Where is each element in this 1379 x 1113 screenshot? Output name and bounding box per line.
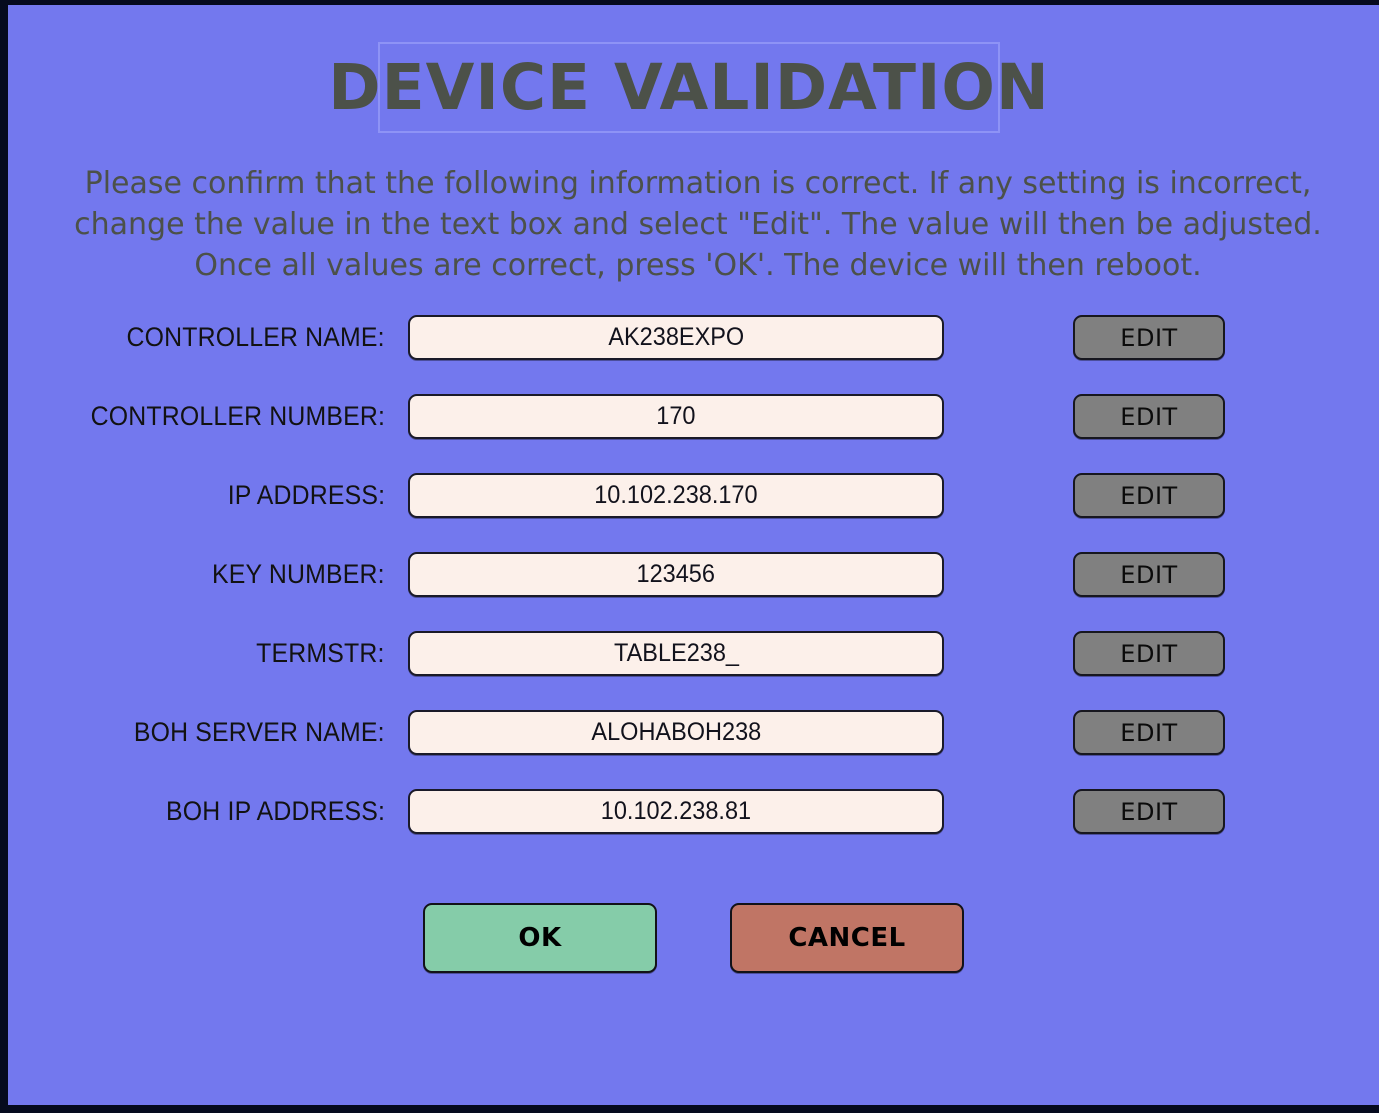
field-value-ip-address: 10.102.238.170	[594, 481, 758, 509]
field-input-boh-server-name[interactable]: ALOHABOH238	[408, 710, 944, 755]
page-title: DEVICE VALIDATION	[328, 51, 1050, 124]
field-label-boh-server-name: BOH SERVER NAME:	[134, 717, 385, 747]
field-input-boh-ip-address[interactable]: 10.102.238.81	[408, 789, 944, 834]
form-row-boh-ip-address: BOH IP ADDRESS: 10.102.238.81 EDIT	[8, 789, 1379, 868]
field-value-controller-number: 170	[656, 402, 696, 430]
form-row-boh-server-name: BOH SERVER NAME: ALOHABOH238 EDIT	[8, 710, 1379, 789]
field-input-termstr[interactable]: TABLE238_	[408, 631, 944, 676]
form-row-termstr: TERMSTR: TABLE238_ EDIT	[8, 631, 1379, 710]
field-input-controller-number[interactable]: 170	[408, 394, 944, 439]
field-value-termstr: TABLE238_	[613, 639, 739, 667]
field-label-termstr: TERMSTR:	[256, 638, 385, 668]
instructions-text: Please confirm that the following inform…	[74, 166, 1322, 283]
validation-form: CONTROLLER NAME: AK238EXPO EDIT CONTROLL…	[8, 315, 1379, 868]
field-label-ip-address: IP ADDRESS:	[227, 480, 385, 510]
field-input-key-number[interactable]: 123456	[408, 552, 944, 597]
edit-button-controller-number[interactable]: EDIT	[1073, 394, 1225, 439]
edit-button-termstr[interactable]: EDIT	[1073, 631, 1225, 676]
field-value-boh-ip-address: 10.102.238.81	[600, 797, 752, 825]
form-row-controller-name: CONTROLLER NAME: AK238EXPO EDIT	[8, 315, 1379, 394]
ok-button[interactable]: OK	[423, 903, 657, 973]
field-input-controller-name[interactable]: AK238EXPO	[408, 315, 944, 360]
form-row-key-number: KEY NUMBER: 123456 EDIT	[8, 552, 1379, 631]
field-input-ip-address[interactable]: 10.102.238.170	[408, 473, 944, 518]
field-label-key-number: KEY NUMBER:	[212, 559, 385, 589]
field-label-boh-ip-address: BOH IP ADDRESS:	[165, 796, 385, 826]
page-title-box: DEVICE VALIDATION	[328, 42, 1049, 133]
field-value-key-number: 123456	[636, 560, 716, 588]
form-row-controller-number: CONTROLLER NUMBER: 170 EDIT	[8, 394, 1379, 473]
field-value-controller-name: AK238EXPO	[608, 323, 744, 351]
form-row-ip-address: IP ADDRESS: 10.102.238.170 EDIT	[8, 473, 1379, 552]
action-button-bar: OK CANCEL	[8, 903, 1379, 973]
edit-button-ip-address[interactable]: EDIT	[1073, 473, 1225, 518]
device-validation-screen: DEVICE VALIDATION Please confirm that th…	[8, 5, 1379, 1105]
field-label-controller-name: CONTROLLER NAME:	[126, 322, 385, 352]
field-value-boh-server-name: ALOHABOH238	[591, 718, 761, 746]
edit-button-key-number[interactable]: EDIT	[1073, 552, 1225, 597]
edit-button-boh-server-name[interactable]: EDIT	[1073, 710, 1225, 755]
cancel-button[interactable]: CANCEL	[730, 903, 964, 973]
edit-button-boh-ip-address[interactable]: EDIT	[1073, 789, 1225, 834]
edit-button-controller-name[interactable]: EDIT	[1073, 315, 1225, 360]
field-label-controller-number: CONTROLLER NUMBER:	[90, 401, 385, 431]
